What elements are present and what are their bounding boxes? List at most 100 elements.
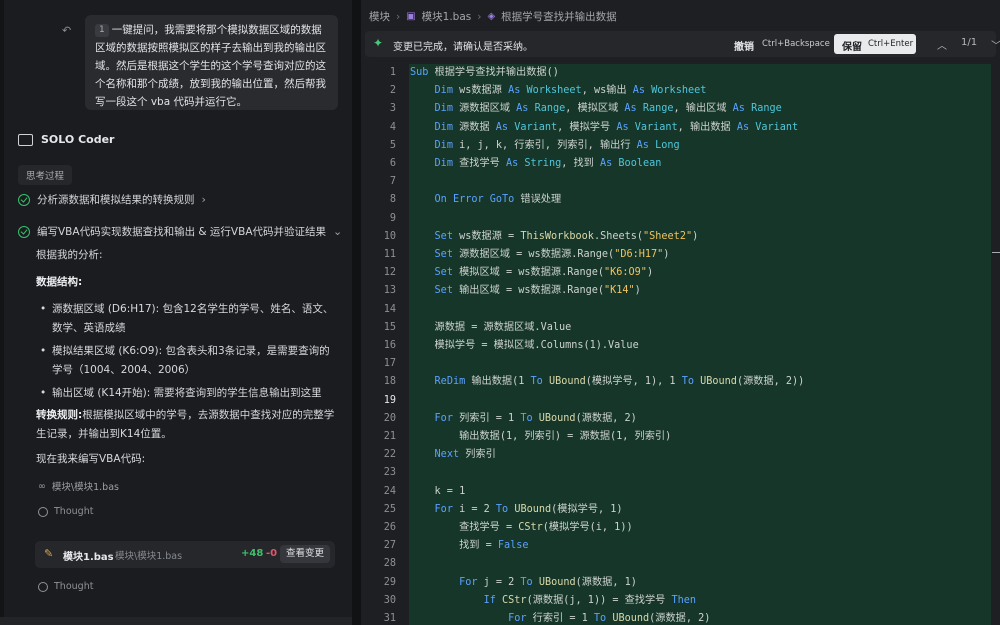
file-name[interactable]: 模块1.bas — [63, 548, 114, 563]
code-line[interactable]: 25 For i = 2 To UBound(模拟学号, 1) — [361, 501, 1000, 519]
code-line[interactable]: 22 Next 列索引 — [361, 446, 1000, 464]
code-line[interactable]: 8 On Error GoTo 错误处理 — [361, 191, 1000, 209]
line-number: 20 — [383, 412, 396, 424]
rule-heading: 转换规则: — [36, 409, 83, 421]
line-number: 24 — [383, 485, 396, 497]
line-number: 12 — [383, 267, 396, 279]
code-line[interactable]: 4 Dim 源数据 As Variant, 模拟学号 As Variant, 输… — [361, 119, 1000, 137]
thinking-toggle[interactable]: 思考过程 — [18, 165, 73, 185]
code-line[interactable]: 17 — [361, 355, 1000, 373]
code-line[interactable]: 20 For 列索引 = 1 To UBound(源数据, 2) — [361, 410, 1000, 428]
file-path: 模块\模块1.bas — [115, 551, 183, 562]
code-line[interactable]: 30 If CStr(源数据(j, 1)) = 查找学号 Then — [361, 592, 1000, 610]
agent-header: SOLO Coder — [18, 133, 114, 146]
code-line[interactable]: 29 For j = 2 To UBound(源数据, 1) — [361, 574, 1000, 592]
structure-list: 源数据区域 (D6:H17): 包含12名学生的学号、姓名、语文、数学、英语成绩… — [36, 300, 336, 407]
code-line[interactable]: 16 模拟学号 = 模拟区域.Columns(1).Value — [361, 337, 1000, 355]
code-line[interactable]: 18 ReDim 输出数据(1 To UBound(模拟学号, 1), 1 To… — [361, 373, 1000, 391]
rule-paragraph: 转换规则:根据模拟区域中的学号，去源数据中查找对应的完整学生记录，并输出到K14… — [36, 406, 336, 444]
chevron-up-icon[interactable]: ︿ — [937, 37, 947, 52]
code-line[interactable]: 28 — [361, 555, 1000, 573]
code-line[interactable]: 21 输出数据(1, 列索引) = 源数据(1, 列索引) — [361, 428, 1000, 446]
code-line[interactable]: 1 Sub 根据学号查找并输出数据() — [361, 64, 1000, 82]
breadcrumb: 模块 › ▣ 模块1.bas › ◈ 根据学号查找并输出数据 — [369, 9, 617, 24]
thinking-label: 思考过程 — [26, 171, 65, 182]
line-number: 27 — [383, 540, 396, 552]
breadcrumb-item[interactable]: 模块1.bas — [422, 9, 472, 24]
step-1[interactable]: 分析源数据和模拟结果的转换规则 › — [18, 192, 206, 207]
code-text: 找到 = False — [410, 540, 529, 552]
code-line[interactable]: 23 — [361, 464, 1000, 482]
code-line[interactable]: 12 Set 模拟区域 = ws数据源.Range("K6:O9") — [361, 264, 1000, 282]
line-number: 9 — [389, 212, 396, 224]
file-chip[interactable]: 1 — [95, 24, 109, 37]
change-counter: 1/1 — [961, 37, 978, 48]
code-line[interactable]: 24 k = 1 — [361, 483, 1000, 501]
code-text: For 列索引 = 1 To UBound(源数据, 2) — [434, 412, 637, 424]
code-text: Set 模拟区域 = ws数据源.Range("K6:O9") — [434, 267, 654, 279]
symbol-icon: ◈ — [487, 11, 496, 22]
code-text: ReDim 输出数据(1 To UBound(模拟学号, 1), 1 To UB… — [434, 376, 805, 388]
list-item: 模拟结果区域 (K6:O9): 包含表头和3条记录，是需要查询的学号（1004、… — [36, 342, 336, 380]
thought-label: Thought — [54, 581, 94, 592]
line-number: 15 — [383, 321, 396, 333]
view-changes-button[interactable]: 查看变更 — [280, 545, 330, 563]
code-line[interactable]: 10 Set ws数据源 = ThisWorkbook.Sheets("Shee… — [361, 228, 1000, 246]
undo-icon[interactable]: ↶ — [62, 24, 71, 37]
code-line[interactable]: 13 Set 输出区域 = ws数据源.Range("K14") — [361, 282, 1000, 300]
code-text: Dim 查找学号 As String, 找到 As Boolean — [434, 158, 662, 169]
code-editor[interactable]: 1 Sub 根据学号查找并输出数据() 2 Dim ws数据源 As Workshe… — [361, 62, 1000, 625]
user-message: 1 一键提问，我需要将那个模拟数据区域的数据区域的数据按照模拟区的样子去输出到我的… — [95, 21, 331, 111]
code-line[interactable]: 2 Dim ws数据源 As Worksheet, ws输出 As Worksh… — [361, 82, 1000, 100]
line-number: 14 — [383, 303, 396, 315]
agent-name: SOLO Coder — [41, 133, 115, 146]
step-2[interactable]: 编写VBA代码实现数据查找和输出 & 运行VBA代码并验证结果 ⌄ — [18, 224, 342, 239]
file-link[interactable]: ∞ 模块\模块1.bas — [38, 479, 119, 494]
list-item: 输出区域 (K14开始): 需要将查询到的学生信息输出到这里 — [36, 384, 336, 403]
breadcrumb-item[interactable]: 根据学号查找并输出数据 — [501, 9, 617, 24]
code-text: k = 1 — [410, 485, 466, 497]
code-line[interactable]: 6 Dim 查找学号 As String, 找到 As Boolean — [361, 155, 1000, 173]
chevron-down-icon[interactable]: ﹀ — [991, 37, 1000, 52]
code-text: Dim i, j, k, 行索引, 列索引, 输出行 As Long — [434, 139, 680, 151]
code-line[interactable]: 15 源数据 = 源数据区域.Value — [361, 319, 1000, 337]
code-line[interactable]: 11 Set 源数据区域 = ws数据源.Range("D6:H17") — [361, 246, 1000, 264]
code-line[interactable]: 3 Dim 源数据区域 As Range, 模拟区域 As Range, 输出区… — [361, 100, 1000, 118]
line-number: 30 — [383, 594, 396, 606]
code-text: Set 源数据区域 = ws数据源.Range("D6:H17") — [434, 249, 670, 260]
code-text: Dim ws数据源 As Worksheet, ws输出 As Workshee… — [434, 85, 707, 97]
bottom-bar — [0, 617, 352, 625]
code-text: For j = 2 To UBound(源数据, 1) — [459, 576, 637, 588]
chat-panel: ↶ 1 一键提问，我需要将那个模拟数据区域的数据区域的数据按照模拟区的样子去输出到… — [0, 0, 352, 625]
notification-message: 变更已完成，请确认是否采纳。 — [393, 42, 533, 53]
keep-button[interactable]: 保留 Ctrl+Enter — [834, 34, 916, 54]
panel-divider[interactable] — [352, 0, 361, 625]
clock-icon — [38, 506, 48, 517]
check-icon — [18, 193, 30, 206]
line-number: 7 — [389, 176, 396, 188]
thought-2[interactable]: Thought — [38, 581, 93, 592]
panel-edge — [0, 0, 4, 625]
agent-icon — [18, 133, 33, 146]
breadcrumb-item[interactable]: 模块 — [369, 9, 390, 24]
lines-removed: -0 — [266, 548, 278, 559]
code-text: Dim 源数据区域 As Range, 模拟区域 As Range, 输出区域 … — [434, 103, 782, 115]
line-number: 17 — [383, 358, 396, 370]
list-item: 源数据区域 (D6:H17): 包含12名学生的学号、姓名、语文、数学、英语成绩 — [36, 300, 336, 338]
undo-changes-button[interactable]: 撤销 — [734, 38, 754, 53]
code-line[interactable]: 31 For 行索引 = 1 To UBound(源数据, 2) — [361, 610, 1000, 625]
scrollbar-marker[interactable] — [992, 252, 1000, 253]
code-line[interactable]: 27 找到 = False — [361, 537, 1000, 555]
code-line[interactable]: 14 — [361, 301, 1000, 319]
code-line[interactable]: 9 — [361, 210, 1000, 228]
code-line[interactable]: 19 — [361, 392, 1000, 410]
thought-label: Thought — [54, 506, 94, 517]
step-1-label: 分析源数据和模拟结果的转换规则 — [37, 194, 195, 206]
chevron-right-icon: › — [477, 10, 482, 23]
code-line[interactable]: 26 查找学号 = CStr(模拟学号(i, 1)) — [361, 519, 1000, 537]
thought-1[interactable]: Thought — [38, 506, 93, 517]
code-line[interactable]: 7 — [361, 173, 1000, 191]
code-text: Set ws数据源 = ThisWorkbook.Sheets("Sheet2"… — [434, 230, 699, 242]
structure-heading-text: 数据结构: — [36, 276, 83, 288]
code-line[interactable]: 5 Dim i, j, k, 行索引, 列索引, 输出行 As Long — [361, 137, 1000, 155]
